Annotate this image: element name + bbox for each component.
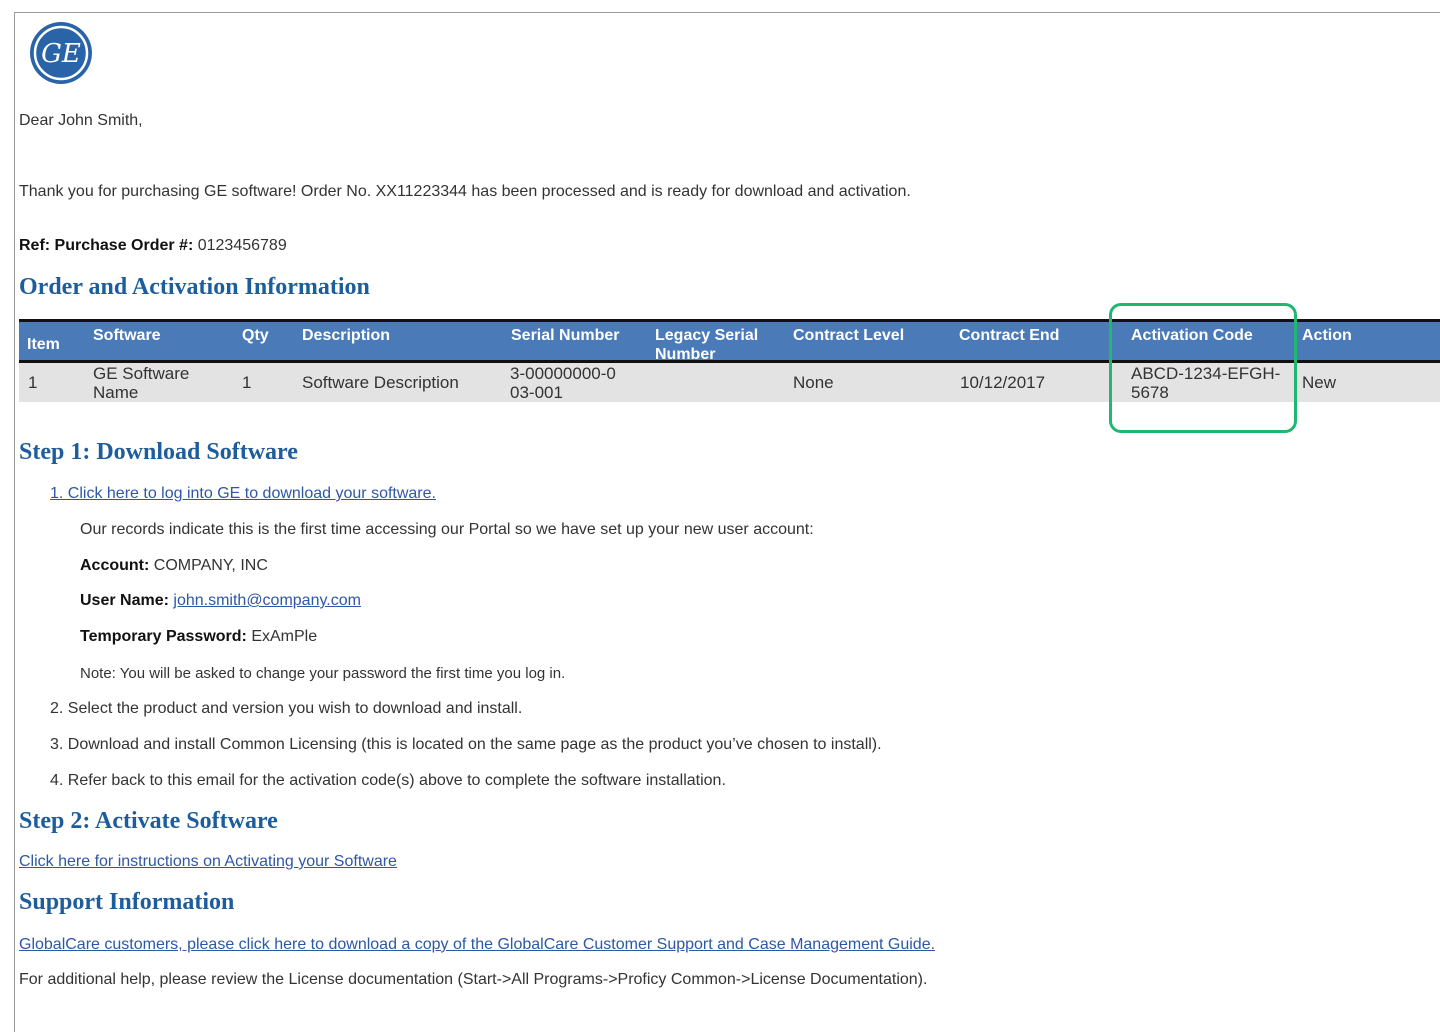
support-title: Support Information bbox=[19, 889, 235, 915]
password-line: Temporary Password: ExAmPle bbox=[80, 628, 317, 646]
step2-title: Step 2: Activate Software bbox=[19, 808, 278, 834]
col-contract-level: Contract Level bbox=[793, 327, 905, 344]
account-value: COMPANY, INC bbox=[153, 557, 268, 574]
ref-value: 0123456789 bbox=[197, 237, 287, 254]
step1-item-2: 2. Select the product and version you wi… bbox=[50, 700, 523, 717]
purchase-order-ref: Ref: Purchase Order #: 0123456789 bbox=[19, 237, 287, 255]
cell-item: 1 bbox=[28, 373, 38, 392]
activation-instructions-link[interactable]: Click here for instructions on Activatin… bbox=[19, 853, 397, 871]
col-action: Action bbox=[1302, 327, 1352, 344]
password-note: Note: You will be asked to change your p… bbox=[80, 665, 566, 682]
ref-label: Ref: Purchase Order #: bbox=[19, 237, 194, 254]
step1-item-4: 4. Refer back to this email for the acti… bbox=[50, 772, 726, 789]
step1-title: Step 1: Download Software bbox=[19, 439, 298, 465]
intro-text: Thank you for purchasing GE software! Or… bbox=[19, 183, 911, 200]
step1-item-3: 3. Download and install Common Licensing… bbox=[50, 736, 882, 753]
col-item: Item bbox=[27, 336, 60, 353]
password-label: Temporary Password: bbox=[80, 628, 247, 645]
cell-contract-end: 10/12/2017 bbox=[960, 373, 1046, 392]
svg-text:GE: GE bbox=[41, 39, 81, 69]
col-software: Software bbox=[93, 327, 161, 344]
password-value: ExAmPle bbox=[251, 628, 318, 645]
order-section-title: Order and Activation Information bbox=[19, 274, 370, 300]
cell-contract-level: None bbox=[793, 373, 834, 392]
cell-qty: 1 bbox=[242, 373, 252, 392]
account-line: Account: COMPANY, INC bbox=[80, 557, 268, 575]
ge-logo: GE bbox=[30, 22, 92, 84]
col-legacy-serial: Legacy Serial Number bbox=[655, 327, 759, 363]
ge-monogram-icon: GE bbox=[33, 25, 89, 81]
cell-serial-number: 3-00000000-003-001 bbox=[510, 364, 616, 402]
records-note: Our records indicate this is the first t… bbox=[80, 521, 814, 538]
activation-code-highlight bbox=[1109, 303, 1297, 433]
cell-software: GE Software Name bbox=[93, 364, 190, 402]
cell-action: New bbox=[1302, 373, 1337, 392]
col-serial-number: Serial Number bbox=[511, 327, 620, 344]
col-contract-end: Contract End bbox=[959, 327, 1060, 344]
col-qty: Qty bbox=[242, 327, 269, 344]
globalcare-guide-link[interactable]: GlobalCare customers, please click here … bbox=[19, 936, 935, 954]
download-software-link[interactable]: 1. Click here to log into GE to download… bbox=[50, 485, 436, 503]
col-description: Description bbox=[302, 327, 391, 344]
greeting: Dear John Smith, bbox=[19, 112, 143, 129]
username-email-link[interactable]: john.smith@company.com bbox=[173, 592, 361, 609]
username-line: User Name: john.smith@company.com bbox=[80, 592, 361, 610]
additional-help-text: For additional help, please review the L… bbox=[19, 971, 928, 988]
account-label: Account: bbox=[80, 557, 150, 574]
username-label: User Name: bbox=[80, 592, 169, 609]
cell-description: Software Description bbox=[302, 373, 459, 392]
